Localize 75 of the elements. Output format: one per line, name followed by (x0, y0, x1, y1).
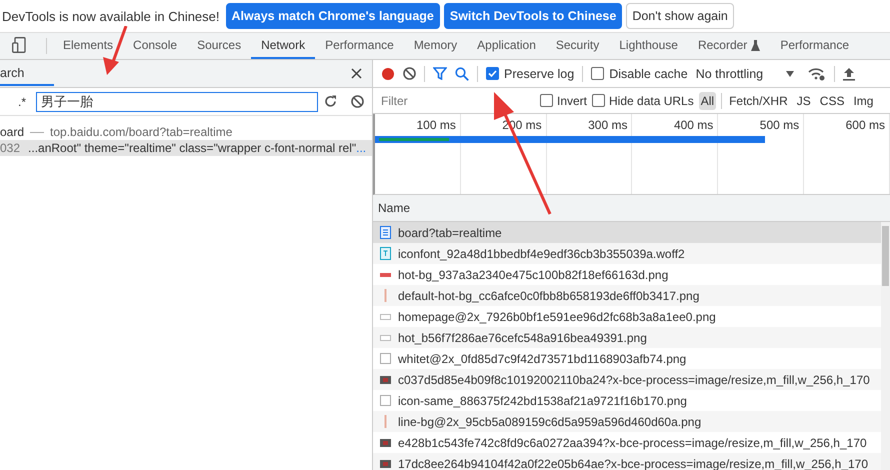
timeline-tick: 100 ms (416, 118, 456, 132)
panel-tab[interactable]: Sources (187, 33, 252, 59)
image-thumbnail-icon (380, 334, 390, 340)
checkbox-label: Disable cache (609, 66, 688, 80)
caret-icon (786, 70, 794, 76)
timeline-tick: 300 ms (588, 118, 628, 132)
image-thumbnail-icon (380, 395, 390, 406)
infobar-message: DevTools is now available in Chinese! (2, 8, 220, 24)
request-row[interactable]: icon-same_886375f242bd1538af21a9721f16b170.png (373, 390, 881, 411)
request-row[interactable]: hot_b56f7f286ae76cefc548a916bea49391.png (373, 327, 881, 348)
panel-tab[interactable]: Memory (404, 33, 468, 59)
record-button[interactable] (381, 66, 395, 80)
close-icon[interactable] (351, 68, 362, 79)
request-row[interactable]: 17dc8ee264b94104f42a0f22e05b64ae?x-bce-process=image/resize,m_fill,w_256,h_170 (373, 453, 881, 470)
result-file-name[interactable]: oard (0, 125, 24, 139)
scrollbar[interactable] (881, 222, 890, 470)
panel-tab[interactable]: Application (467, 33, 546, 59)
network-settings-icon[interactable] (808, 66, 826, 80)
panel-tab[interactable]: Elements (53, 33, 124, 59)
type-filter-button[interactable]: JS (794, 92, 813, 110)
panel-tab[interactable]: Recorder (688, 33, 770, 59)
image-thumbnail-icon (380, 376, 390, 384)
panel-tab[interactable]: Performance (315, 33, 404, 59)
panel-tab[interactable]: Performance (770, 33, 860, 59)
panel-tab[interactable]: Console (123, 33, 188, 59)
regex-toggle[interactable]: .* (14, 94, 30, 108)
refresh-icon[interactable] (324, 95, 337, 108)
infobar-button[interactable]: Switch DevTools to Chinese (444, 3, 622, 29)
panel-tab[interactable]: Security (546, 33, 610, 59)
clear-icon[interactable] (351, 95, 364, 108)
request-row[interactable]: hot-bg_937a3a2340e475c100b82f18ef66163d.png (373, 264, 881, 285)
request-row[interactable]: c037d5d85e4b09f8c10192002110ba24?x-bce-process=image/resize,m_fill,w_256,h_170 (373, 369, 881, 390)
type-filter-button[interactable]: All (698, 92, 716, 110)
search-field[interactable]: 男子一胎 (36, 92, 318, 112)
clear-icon[interactable] (403, 67, 416, 80)
search-match[interactable]: ...anRoot" theme="realtime" class="wrapper c-font-normal rel"... (28, 141, 366, 155)
checkbox-label: Preserve log (504, 66, 574, 80)
infobar-button[interactable]: Don't show again (626, 3, 734, 29)
timeline-tick: 500 ms (760, 118, 800, 132)
filter-icon[interactable] (433, 67, 447, 80)
image-thumbnail-icon (380, 272, 390, 276)
checkbox-label: Invert (557, 94, 588, 108)
column-header[interactable]: Name (378, 201, 410, 215)
timeline-tick: 600 ms (846, 118, 885, 132)
request-row[interactable]: whitet@2x_0fd85d7c9f42d73571bd1168903afb74.png (373, 348, 881, 369)
device-toolbar-icon[interactable] (12, 37, 26, 53)
request-row[interactable]: iconfont_92a48d1bbedbf4e9edf36cb3b355039a.woff2 (373, 243, 881, 264)
upload-icon[interactable] (843, 66, 856, 80)
document-icon (380, 226, 390, 239)
request-row[interactable]: e428b1c543fe742c8fd9c6a0272aa394?x-bce-process=image/resize,m_fill,w_256,h_170 (373, 432, 881, 453)
checkbox[interactable] (592, 94, 606, 107)
request-row[interactable]: board?tab=realtime (373, 222, 881, 243)
throttling-dropdown[interactable]: No throttling (696, 66, 794, 80)
image-thumbnail-icon (380, 460, 390, 468)
search-tab[interactable]: arch (0, 61, 54, 86)
image-thumbnail-icon (380, 314, 390, 320)
type-filter-button[interactable]: CSS (818, 92, 846, 110)
infobar-button[interactable]: Always match Chrome's language (226, 3, 440, 29)
checkbox-label: Hide data URLs (609, 94, 694, 108)
font-file-icon (380, 247, 390, 260)
line-number: 032 (0, 141, 20, 155)
request-row[interactable]: line-bg@2x_95cb5a089159c6d5a959a596d460d60a.png (373, 411, 881, 432)
type-filter-button[interactable]: Fetch/XHR (727, 92, 790, 110)
request-row[interactable]: default-hot-bg_cc6afce0c0fbb8b658193de6ff0b3417.png (373, 285, 881, 306)
result-file-url: top.baidu.com/board?tab=realtime (50, 125, 232, 139)
panel-tab[interactable]: Lighthouse (609, 33, 688, 59)
checkbox[interactable] (591, 67, 604, 80)
checkbox[interactable] (540, 94, 553, 107)
search-icon[interactable] (455, 66, 469, 80)
image-thumbnail-icon (380, 438, 390, 446)
image-thumbnail-icon (380, 353, 390, 364)
type-filter-button[interactable]: Img (851, 92, 876, 110)
checkbox[interactable] (486, 67, 499, 80)
timeline-tick: 400 ms (674, 118, 714, 132)
request-row[interactable]: homepage@2x_7926b0bf1e591ee96d2fc68b3a8a1ee0.png (373, 306, 881, 327)
